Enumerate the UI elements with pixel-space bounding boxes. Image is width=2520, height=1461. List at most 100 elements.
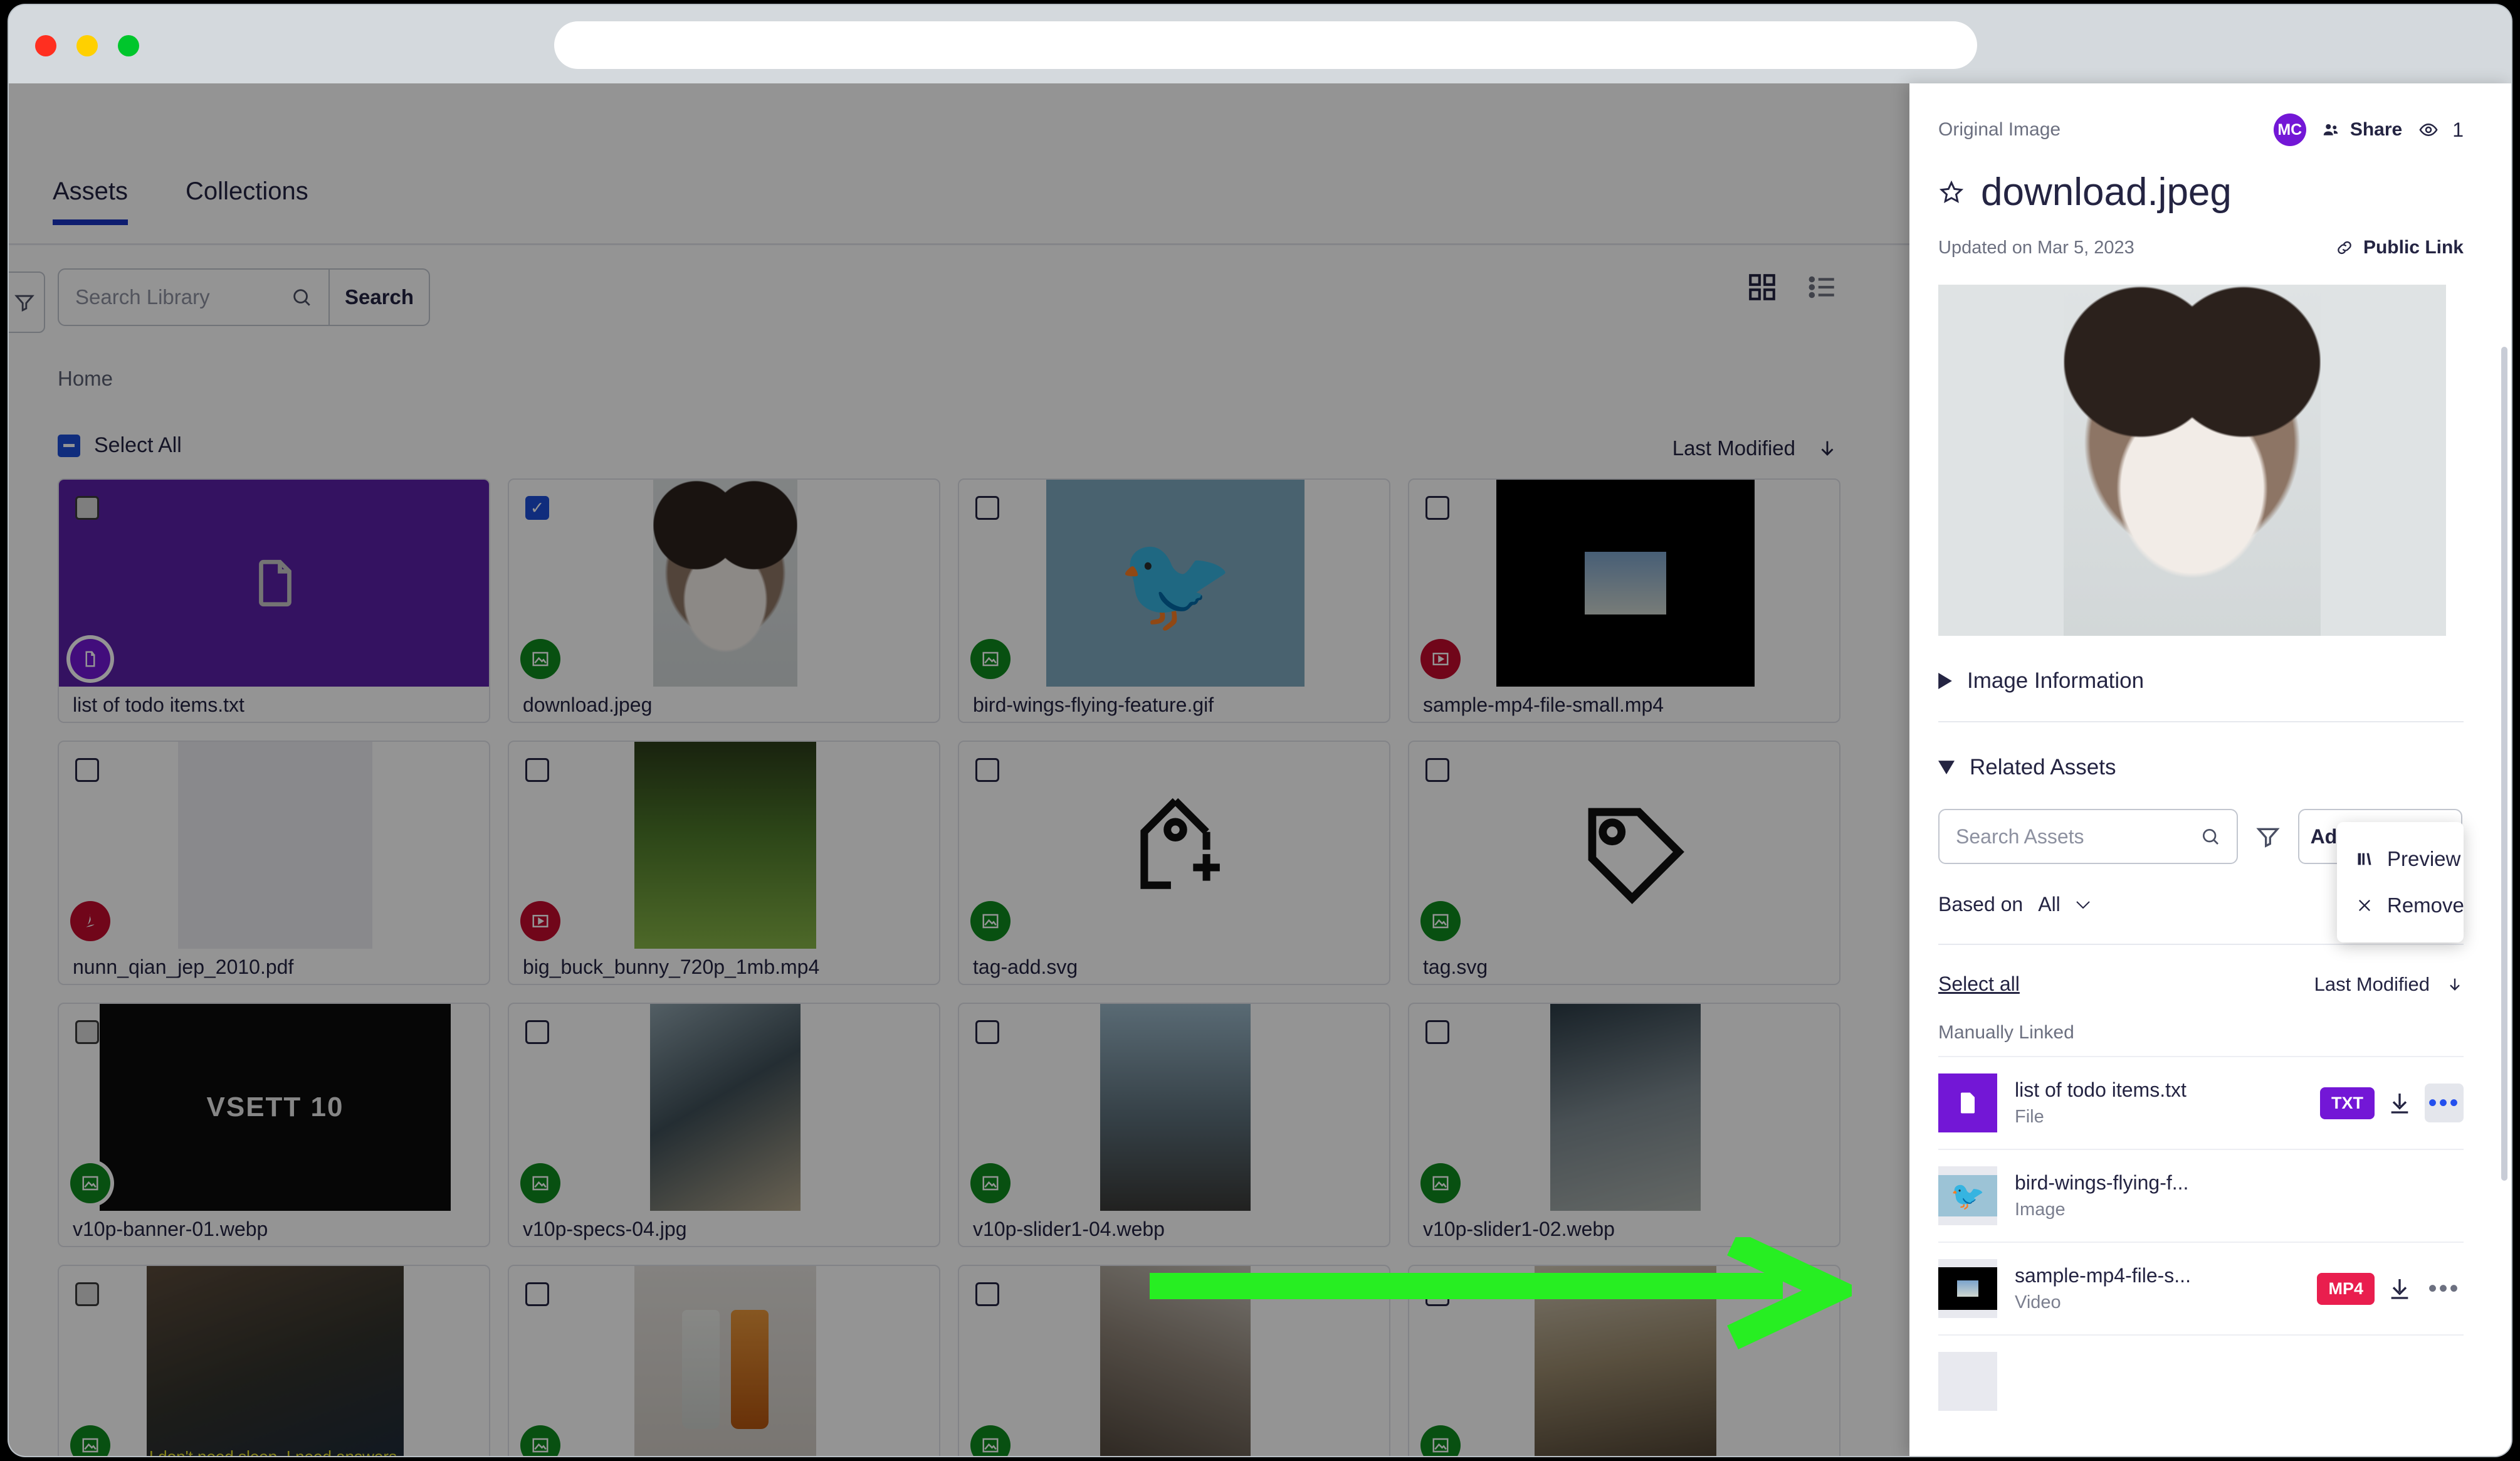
star-icon[interactable] [1938,179,1965,206]
asset-card[interactable]: nunn_qian_jep_2010.pdf [58,741,490,985]
close-window-button[interactable] [35,35,56,56]
asset-checkbox[interactable] [75,1282,99,1306]
arrow-down-icon[interactable] [1817,436,1838,461]
related-sort-label: Last Modified [2314,973,2430,995]
asset-card[interactable]: v10p-slider1-04.webp [958,1003,1390,1247]
asset-card[interactable]: download.jpeg [508,478,940,723]
avatar[interactable]: MC [2273,113,2306,146]
related-actions [2439,1183,2464,1209]
related-name: bird-wings-flying-f... [2015,1171,2189,1194]
search-icon [2200,826,2220,847]
image-caption: I don't need sleep. I need answers. [147,1447,404,1456]
asset-checkbox[interactable] [525,496,549,520]
file-type-badge [70,1163,110,1203]
search-input[interactable]: Search Library [59,270,328,325]
asset-card[interactable]: blog-3.jpeg [508,1265,940,1456]
answer-thumbnail: I don't need sleep. I need answers. [147,1266,404,1456]
asset-thumbnail [1409,480,1839,687]
asset-card[interactable]: v10p-specs-04.jpg [508,1003,940,1247]
asset-thumbnail [959,1004,1389,1211]
divider [1938,944,2464,945]
asset-checkbox[interactable] [975,1020,999,1044]
list-view-icon[interactable] [1807,272,1838,303]
asset-checkbox[interactable] [525,1020,549,1044]
search-button[interactable]: Search [328,270,429,325]
breadcrumb[interactable]: Home [58,367,113,391]
share-label: Share [2349,119,2403,140]
asset-checkbox[interactable] [975,758,999,782]
select-all-link[interactable]: Select all [1938,973,2020,996]
asset-checkbox[interactable] [975,496,999,520]
asset-card[interactable]: 🐦 bird-wings-flying-feature.gif [958,478,1390,723]
asset-thumbnail: I don't need sleep. I need answers. [59,1266,489,1456]
asset-checkbox[interactable] [525,1282,549,1306]
asset-name: tag-add.svg [973,956,1078,978]
list-item[interactable] [1938,1334,2464,1427]
view-toggle-group [1746,272,1838,303]
panel-subheader: Updated on Mar 5, 2023 Public Link [1938,237,2464,258]
more-options-button[interactable]: ••• [2425,1269,2464,1308]
address-bar[interactable] [554,21,1977,69]
asset-card[interactable]: v10p-slider1-02.webp [1408,1003,1840,1247]
asset-thumbnail [959,742,1389,949]
section-related-assets[interactable]: Related Assets [1938,755,2464,780]
arrow-down-icon [2446,974,2464,995]
download-icon[interactable] [2387,1090,2412,1116]
download-icon[interactable] [2387,1275,2412,1302]
asset-checkbox[interactable] [525,758,549,782]
related-name: list of todo items.txt [2015,1079,2187,1101]
related-sort-control[interactable]: Last Modified [2314,973,2464,996]
asset-name: v10p-banner-01.webp [73,1218,268,1240]
file-type-badge [520,901,560,941]
panel-scrollbar[interactable] [2501,347,2507,1181]
bunny-thumbnail [634,742,816,949]
list-item[interactable]: list of todo items.txt File TXT ••• [1938,1056,2464,1149]
view-count-group[interactable]: 1 [2416,119,2464,142]
select-all-checkbox[interactable] [58,434,80,457]
menu-item-preview[interactable]: Preview [2337,836,2464,882]
section-label: Related Assets [1970,755,2116,779]
asset-checkbox[interactable] [75,758,99,782]
asset-card[interactable]: I don't need sleep. I need answers. answ… [58,1265,490,1456]
related-search-input[interactable]: Search Assets [1938,809,2238,864]
share-button[interactable]: Share [2320,119,2402,140]
asset-card[interactable]: big_buck_bunny_720p_1mb.mp4 [508,741,940,985]
eye-icon [2416,120,2441,139]
asset-checkbox[interactable] [1425,758,1449,782]
asset-checkbox[interactable] [1425,1020,1449,1044]
window-controls [35,35,139,56]
tab-assets[interactable]: Assets [53,177,129,225]
context-menu: Preview Remove [2337,822,2464,942]
file-type-badge [520,639,560,679]
filter-rail-button[interactable] [9,272,45,333]
asset-card[interactable]: VSETT 10 v10p-banner-01.webp [58,1003,490,1247]
list-item[interactable]: 🐦 bird-wings-flying-f... Image [1938,1149,2464,1242]
asset-preview-image[interactable] [1938,285,2446,636]
menu-item-remove[interactable]: Remove [2337,882,2464,929]
more-options-button[interactable]: ••• [2425,1084,2464,1122]
zoom-window-button[interactable] [118,35,139,56]
asset-card[interactable]: tag-add.svg [958,741,1390,985]
public-link-button[interactable]: Public Link [2334,237,2464,258]
asset-checkbox[interactable] [75,1020,99,1044]
minimize-window-button[interactable] [76,35,98,56]
tab-collections[interactable]: Collections [186,177,308,225]
section-image-information[interactable]: Image Information [1938,668,2464,694]
file-type-chip: MP4 [2317,1272,2375,1305]
grid-view-icon[interactable] [1746,272,1778,303]
rider-thumbnail [1100,1004,1251,1211]
list-item[interactable]: sample-mp4-file-s... Video MP4 ••• [1938,1242,2464,1334]
related-actions: MP4 ••• [2317,1269,2464,1308]
asset-checkbox[interactable] [975,1282,999,1306]
asset-card[interactable]: sample-mp4-file-small.mp4 [1408,478,1840,723]
search-placeholder: Search Library [75,285,210,309]
asset-checkbox[interactable] [75,496,99,520]
select-all-label: Select All [94,433,182,457]
section-label: Image Information [1967,668,2145,693]
asset-card[interactable]: list of todo items.txt [58,478,490,723]
asset-checkbox[interactable] [1425,496,1449,520]
sort-control[interactable]: Last Modified [1672,436,1838,461]
filter-icon[interactable] [2255,824,2281,849]
tag-icon [1409,742,1839,949]
asset-card[interactable]: tag.svg [1408,741,1840,985]
